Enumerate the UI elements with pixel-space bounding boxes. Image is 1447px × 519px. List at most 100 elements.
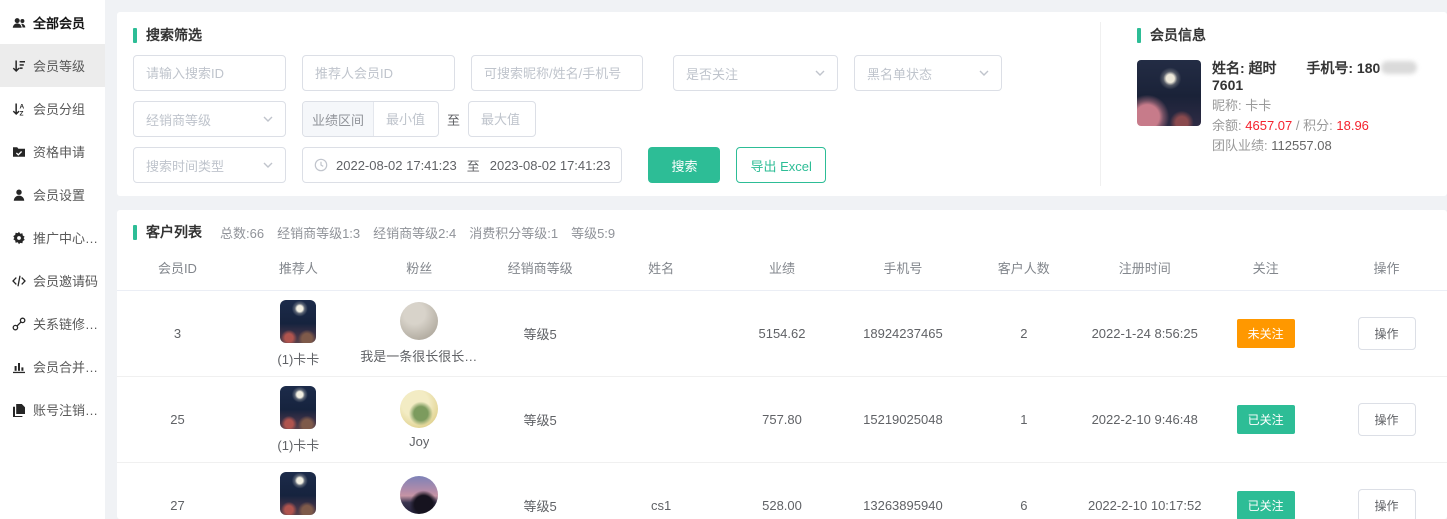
filter-row-3: 搜索时间类型 2022-08-02 17:41:23 至 2023-08-02 … — [133, 147, 1084, 183]
referrer-name: (1)卡卡 — [277, 349, 319, 368]
follow-badge: 未关注 — [1237, 319, 1295, 348]
filter-row-2: 经销商等级 业绩区间 至 — [133, 101, 1084, 137]
sidebar-item-qualification[interactable]: 资格申请 — [0, 130, 105, 173]
registered-cell: 2022-2-10 9:46:48 — [1084, 412, 1205, 427]
action-cell: 操作 — [1326, 489, 1447, 519]
table-row: 25 (1)卡卡 Joy 等级5 757.80 15219025048 1 20… — [117, 377, 1447, 463]
points-value: 18.96 — [1336, 118, 1369, 133]
nickname-value: 卡卡 — [1245, 98, 1271, 113]
performance-min-input[interactable] — [374, 102, 438, 136]
table-header-row: 会员ID 推荐人 粉丝 经销商等级 姓名 业绩 手机号 客户人数 注册时间 关注… — [117, 258, 1447, 291]
time-type-select[interactable]: 搜索时间类型 — [133, 147, 286, 183]
sidebar-item-label: 会员邀请码 — [33, 271, 98, 290]
sidebar-item-account-cancel[interactable]: 账号注销管理 — [0, 388, 105, 431]
keyword-input[interactable] — [471, 55, 643, 91]
member-id-cell: 27 — [117, 498, 238, 513]
sidebar-item-member-level[interactable]: 会员等级 — [0, 44, 105, 87]
row-action-button[interactable]: 操作 — [1358, 489, 1416, 519]
referrer-id-input[interactable] — [302, 55, 455, 91]
member-avatar — [1137, 60, 1201, 126]
date-end: 2023-08-02 17:41:23 — [490, 158, 611, 173]
referrer-avatar — [280, 472, 316, 515]
customer-list-stats: 总数:66 经销商等级1:3 经销商等级2:4 消费积分等级:1 等级5:9 — [220, 223, 615, 242]
phone-cell: 13263895940 — [842, 498, 963, 513]
referrer-avatar — [280, 386, 316, 429]
fan-cell: Joy — [359, 390, 480, 449]
sidebar-item-member-settings[interactable]: 会员设置 — [0, 173, 105, 216]
member-team-line: 团队业绩: 112557.08 — [1212, 137, 1437, 154]
customer-list-card: 客户列表 总数:66 经销商等级1:3 经销商等级2:4 消费积分等级:1 等级… — [117, 210, 1447, 519]
row-action-button[interactable]: 操作 — [1358, 317, 1416, 350]
follow-cell: 未关注 — [1205, 319, 1326, 348]
customer-list-header: 客户列表 总数:66 经销商等级1:3 经销商等级2:4 消费积分等级:1 等级… — [117, 222, 1447, 242]
referrer-name: (1)卡卡 — [277, 435, 319, 454]
follow-badge: 已关注 — [1237, 405, 1295, 434]
member-phone-prefix: 180 — [1357, 60, 1380, 76]
stat-total: 总数:66 — [220, 223, 264, 242]
follow-badge: 已关注 — [1237, 491, 1295, 519]
date-range-picker[interactable]: 2022-08-02 17:41:23 至 2023-08-02 17:41:2… — [302, 147, 622, 183]
sidebar-item-label: 资格申请 — [33, 142, 85, 161]
chevron-down-icon — [263, 162, 273, 168]
performance-max-input[interactable] — [468, 101, 536, 137]
link-icon — [12, 317, 26, 331]
dealer-level-cell: 等级5 — [480, 324, 601, 343]
blacklist-status-select[interactable]: 黑名单状态 — [854, 55, 1002, 91]
follow-status-select[interactable]: 是否关注 — [673, 55, 838, 91]
sidebar-item-invite-code[interactable]: 会员邀请码 — [0, 259, 105, 302]
search-button[interactable]: 搜索 — [648, 147, 720, 183]
gear-icon — [12, 231, 26, 245]
stat-points-level: 消费积分等级:1 — [469, 223, 558, 242]
user-icon — [12, 188, 26, 202]
col-performance: 业绩 — [722, 258, 843, 277]
clock-icon — [314, 158, 328, 172]
export-excel-button[interactable]: 导出 Excel — [736, 147, 825, 183]
col-customers: 客户人数 — [963, 258, 1084, 277]
referrer-cell: (1)卡卡 — [238, 472, 359, 519]
phone-cell: 18924237465 — [842, 326, 963, 341]
stat-dealer-level-2: 经销商等级2:4 — [373, 223, 456, 242]
balance-points-separator: / — [1296, 118, 1300, 133]
sidebar-item-label: 全部会员 — [33, 13, 85, 32]
member-info-panel: 会员信息 姓名: 超时 手机号: 1807601 昵称: 卡卡 — [1100, 22, 1447, 186]
bar-chart-icon — [12, 360, 26, 374]
sidebar-item-promotion-settings[interactable]: 推广中心设置 — [0, 216, 105, 259]
fan-cell: Lazy Cat — [359, 476, 480, 519]
sidebar-item-merge-log[interactable]: 会员合并记录 — [0, 345, 105, 388]
customer-list-title: 客户列表 — [133, 222, 202, 242]
member-details: 姓名: 超时 手机号: 1807601 昵称: 卡卡 余额: 4657.07 / — [1212, 60, 1437, 154]
dealer-level-select[interactable]: 经销商等级 — [133, 101, 286, 137]
search-id-input[interactable] — [133, 55, 286, 91]
sidebar: 全部会员 会员等级 AZ 会员分组 资格申请 会员设置 推广中心设置 会员邀请码… — [0, 0, 105, 519]
performance-cell: 757.80 — [722, 412, 843, 427]
member-id-cell: 25 — [117, 412, 238, 427]
fan-name: 我是一条很长很长很... — [360, 346, 478, 365]
customers-cell: 2 — [963, 326, 1084, 341]
sidebar-item-all-members[interactable]: 全部会员 — [0, 1, 105, 44]
date-start: 2022-08-02 17:41:23 — [336, 158, 457, 173]
col-registered: 注册时间 — [1084, 258, 1205, 277]
performance-cell: 5154.62 — [722, 326, 843, 341]
balance-value: 4657.07 — [1245, 118, 1292, 133]
table-row: 3 (1)卡卡 我是一条很长很长很... 等级5 5154.62 1892423… — [117, 291, 1447, 377]
sidebar-item-label: 会员分组 — [33, 99, 85, 118]
row-action-button[interactable]: 操作 — [1358, 403, 1416, 436]
fan-cell: 我是一条很长很长很... — [359, 302, 480, 365]
sidebar-item-label: 账号注销管理 — [33, 400, 105, 419]
svg-text:Z: Z — [20, 110, 24, 116]
referrer-avatar — [280, 300, 316, 343]
table-body: 3 (1)卡卡 我是一条很长很长很... 等级5 5154.62 1892423… — [117, 291, 1447, 519]
main-content: 搜索筛选 是否关注 黑名单状态 经销商等级 — [105, 0, 1447, 519]
sidebar-item-label: 会员合并记录 — [33, 357, 105, 376]
performance-range-group: 业绩区间 — [302, 101, 439, 137]
chevron-down-icon — [815, 70, 825, 76]
follow-cell: 已关注 — [1205, 405, 1326, 434]
sidebar-item-label: 推广中心设置 — [33, 228, 105, 247]
registered-cell: 2022-2-10 10:17:52 — [1084, 498, 1205, 513]
sort-alpha-icon: AZ — [12, 102, 26, 116]
col-phone: 手机号 — [842, 258, 963, 277]
sidebar-item-relation-log[interactable]: 关系链修改记录 — [0, 302, 105, 345]
sidebar-item-member-group[interactable]: AZ 会员分组 — [0, 87, 105, 130]
member-name-label: 姓名: — [1212, 60, 1245, 76]
chevron-down-icon — [263, 116, 273, 122]
